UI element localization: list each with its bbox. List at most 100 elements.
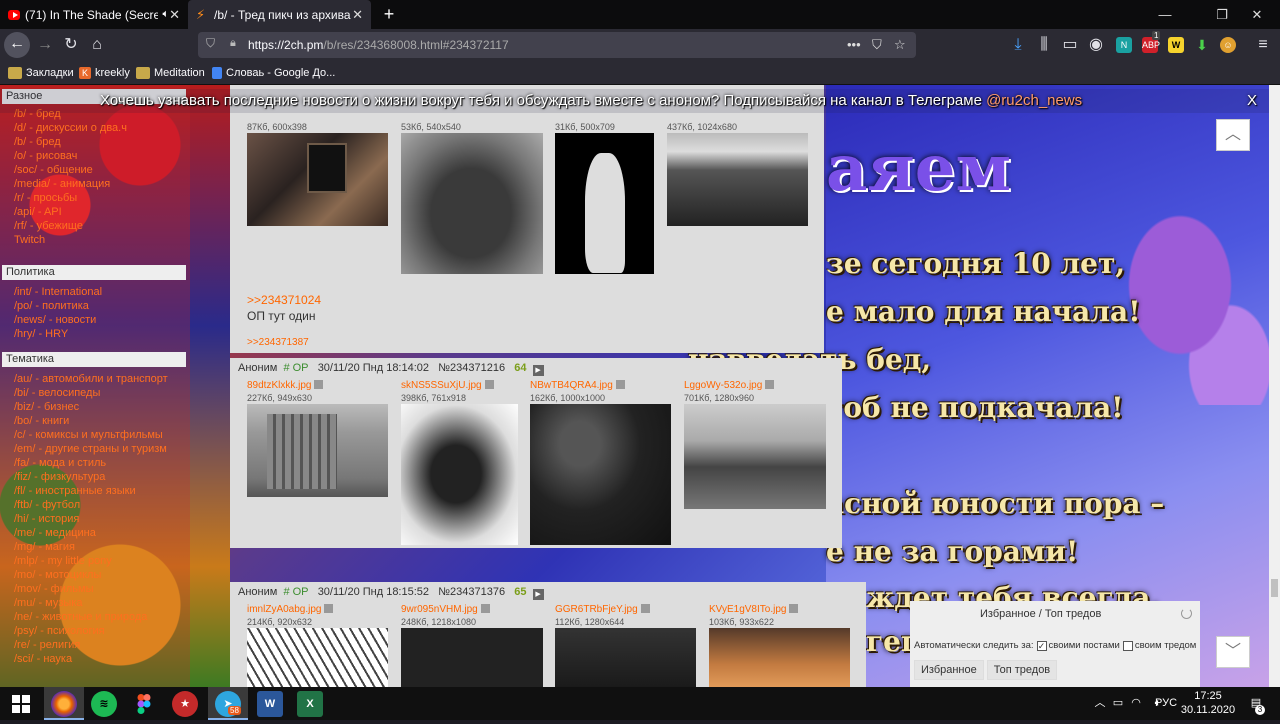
scrollbar-thumb[interactable] [1271,579,1278,597]
board-link[interactable]: /media/ - анимация [14,177,110,191]
board-link[interactable]: /po/ - политика [14,299,89,313]
file-name-link[interactable]: 89dtzKlxkk.jpg [247,380,324,391]
own-posts-checkbox[interactable]: ✓ [1036,640,1047,651]
library-icon[interactable]: ⫼ [1031,33,1057,57]
banner-close-button[interactable]: X [1247,89,1257,113]
close-tab-icon[interactable]: ✕ [352,7,363,23]
url-bar[interactable]: ⛉ 🔒︎ https://2ch.pm/b/res/234368008.html… [198,32,916,58]
windows-start-icon[interactable] [8,691,34,717]
board-link[interactable]: /api/ - API [14,205,62,219]
wifi-icon[interactable]: ◠ [1128,687,1144,720]
close-window-icon[interactable]: ✕ [1234,0,1280,29]
word-icon[interactable]: W [257,691,283,717]
tab-2ch[interactable]: ⚡ /b/ - Тред пикч из архива ✕ [188,0,371,29]
thumbnail-image[interactable] [247,133,388,226]
page-scrollbar[interactable] [1269,85,1280,687]
search-icon[interactable] [789,604,799,613]
search-icon[interactable] [615,380,625,389]
bookmark-star-icon[interactable]: ☆ [894,36,906,54]
board-link[interactable]: /sci/ - наука [14,652,72,666]
refresh-spinner-icon[interactable] [1181,608,1192,619]
menu-section-header[interactable]: Политика [2,265,186,280]
spotify-icon[interactable]: ≋ [91,691,117,717]
language-indicator[interactable]: РУС [1153,687,1179,720]
search-icon[interactable] [324,604,334,613]
board-link[interactable]: /b/ - бред [14,135,61,149]
play-icon[interactable]: ▶ [532,365,544,376]
reply-link[interactable]: >>234371024 [247,293,321,307]
board-link[interactable]: /biz/ - бизнес [14,400,79,414]
bookmark-kreekly[interactable]: Kkreekly [79,65,130,81]
file-name-link[interactable]: KVyE1gV8ITo.jpg [709,604,799,615]
search-icon[interactable] [765,380,775,389]
downloads-icon[interactable]: ⤓ [1005,33,1031,57]
lock-icon[interactable]: 🔒︎ [230,37,242,51]
thumbnail-image[interactable] [247,404,388,497]
thumbnail-image[interactable] [709,628,850,687]
menu-section-header[interactable]: Тематика [2,352,186,367]
home-button[interactable]: ⌂ [84,33,110,57]
board-link[interactable]: /hi/ - история [14,512,79,526]
board-link[interactable]: /c/ - комиксы и мультфильмы [14,428,163,442]
minimize-icon[interactable]: — [1142,0,1188,29]
board-link[interactable]: /soc/ - общение [14,163,93,177]
shield-icon[interactable]: ⛉ [206,36,220,52]
extension-n-icon[interactable]: N [1116,37,1132,53]
close-tab-icon[interactable]: ✕ [169,7,180,23]
forward-button[interactable]: → [32,33,58,57]
thumbnail-image[interactable] [555,628,696,687]
backlink[interactable]: >>234371387 [247,337,309,348]
thumbnail-image[interactable] [401,133,543,274]
board-link[interactable]: /mu/ - музыка [14,596,82,610]
board-link[interactable]: /fa/ - мода и стиль [14,456,106,470]
page-actions-icon[interactable]: ••• [847,36,861,54]
board-link[interactable]: /mo/ - мотоциклы [14,568,101,582]
star-app-icon[interactable]: ★ [172,691,198,717]
notification-icon[interactable]: ▤ [1244,687,1268,720]
file-name-link[interactable]: LggoWy-532o.jpg [684,380,775,391]
board-link[interactable]: /rf/ - убежище [14,219,83,233]
board-link[interactable]: /int/ - International [14,285,102,299]
download-helper-icon[interactable]: ⬇ [1194,37,1210,53]
tray-expand-icon[interactable]: ︿ [1092,687,1108,720]
sidebar-icon[interactable]: ▭ [1057,33,1083,57]
board-link[interactable]: /psy/ - психология [14,624,105,638]
thumbnail-image[interactable] [530,404,671,545]
thumbnail-image[interactable] [401,628,543,687]
banner-text[interactable]: Хочешь узнавать последние новости о жизн… [100,89,1082,113]
board-link[interactable]: /news/ - новости [14,313,96,327]
back-button[interactable]: ← [4,32,30,58]
account-icon[interactable]: ◉ [1083,33,1109,57]
board-link[interactable]: /bi/ - велосипеды [14,386,100,400]
board-link[interactable]: /o/ - рисовач [14,149,77,163]
pocket-icon[interactable]: ⛉ [872,36,882,54]
menu-icon[interactable]: ≡ [1250,33,1276,57]
board-link[interactable]: /ftb/ - футбол [14,498,80,512]
play-icon[interactable]: ▶ [532,589,544,600]
tab-youtube[interactable]: (71) In The Shade (Secret Lo 🔈︎ ✕ [0,0,188,29]
reload-button[interactable]: ↻ [58,33,84,57]
telegram-channel-link[interactable]: @ru2ch_news [986,92,1082,109]
board-link[interactable]: Twitch [14,233,45,247]
board-link[interactable]: /me/ - медицина [14,526,96,540]
bookmark-folder-zakladki[interactable]: Закладки [8,65,74,81]
thumbnail-image[interactable] [247,628,388,687]
post-number[interactable]: №234371216 [438,362,505,374]
clock[interactable]: 17:25 30.11.2020 [1180,687,1236,720]
board-link[interactable]: /hry/ - HRY [14,327,68,341]
file-name-link[interactable]: 9wr095nVHM.jpg [401,604,490,615]
scroll-up-button[interactable]: ︿ [1216,119,1250,151]
battery-icon[interactable]: ▭ [1110,687,1126,720]
bookmark-google-docs[interactable]: Словаь - Google До... [212,65,335,81]
search-icon[interactable] [640,604,650,613]
search-icon[interactable] [480,604,490,613]
figma-icon[interactable] [131,691,157,717]
search-icon[interactable] [314,380,324,389]
tab-favorites[interactable]: Избранное [914,660,984,680]
file-name-link[interactable]: skNS5SSuXjU.jpg [401,380,494,391]
board-link[interactable]: /mg/ - магия [14,540,75,554]
excel-icon[interactable]: X [297,691,323,717]
search-icon[interactable] [484,380,494,389]
extension-face-icon[interactable]: ☺ [1220,37,1236,53]
board-link[interactable]: /d/ - дискуссии о два.ч [14,121,127,135]
